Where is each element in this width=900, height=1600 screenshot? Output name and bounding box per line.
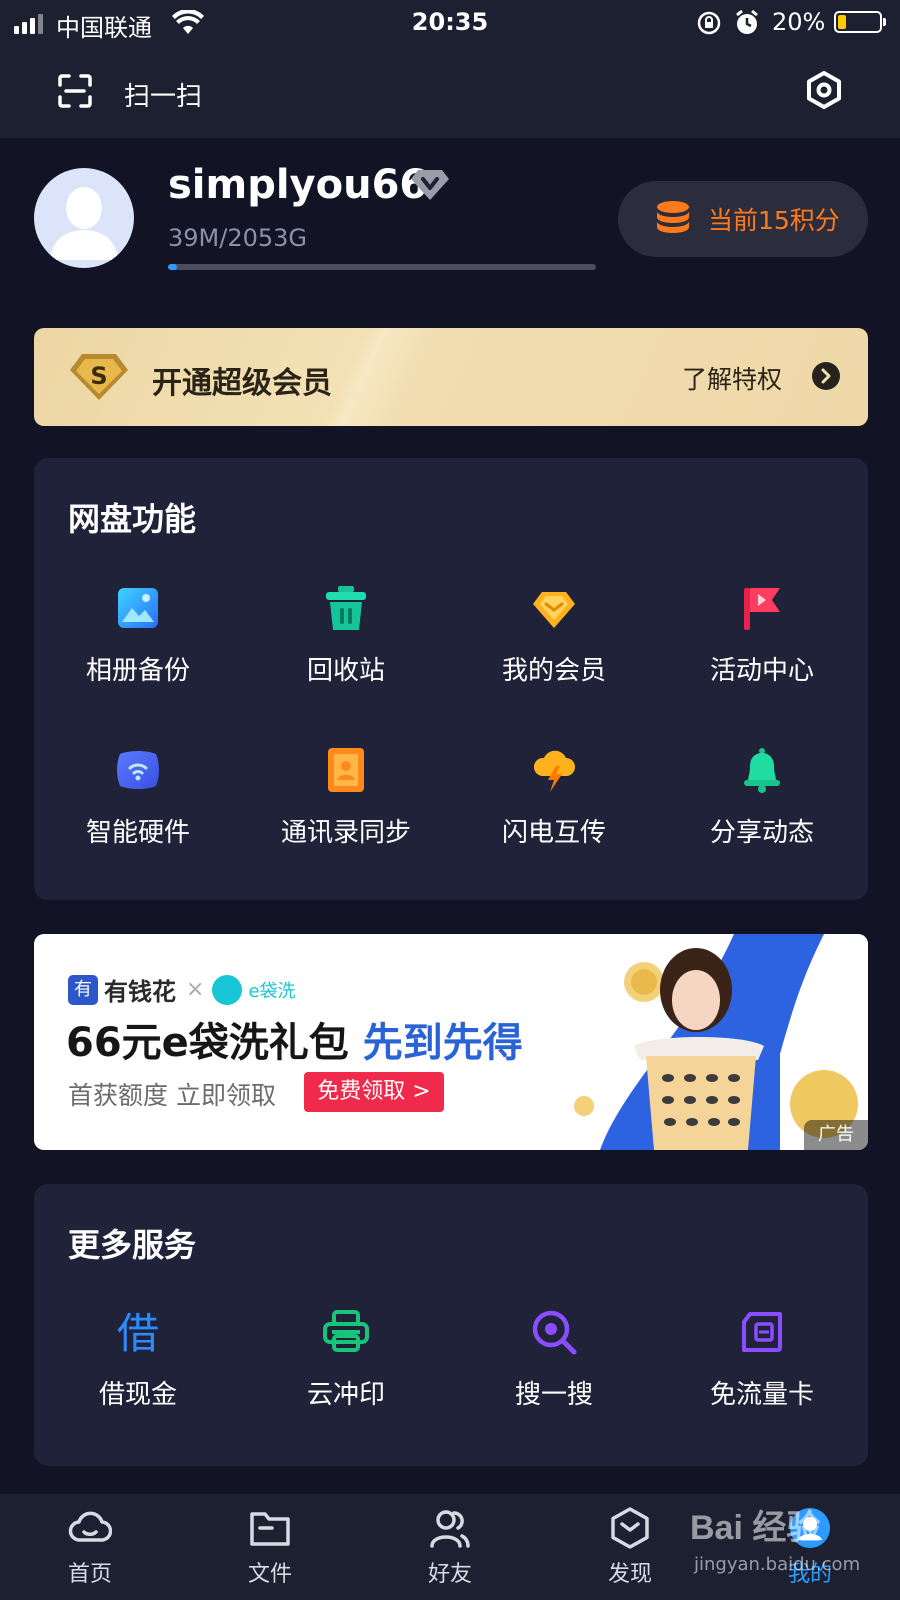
tab-label: 文件 bbox=[247, 1562, 292, 1587]
ad-claim-button[interactable]: 免费领取 > bbox=[304, 1072, 444, 1112]
feature-label: 分享动态 bbox=[709, 818, 814, 848]
storage-usage: 39M/2053G bbox=[168, 224, 308, 252]
service-borrow-cash[interactable]: 借 借现金 bbox=[34, 1308, 242, 1448]
rotation-lock-icon bbox=[696, 10, 722, 42]
feature-photo-backup[interactable]: 相册备份 bbox=[34, 584, 242, 724]
more-services-card: 更多服务 借 借现金 云冲印 搜一搜 免流量卡 bbox=[34, 1184, 868, 1466]
bell-icon bbox=[744, 748, 780, 793]
service-cloud-print[interactable]: 云冲印 bbox=[242, 1308, 450, 1448]
feature-label: 我的会员 bbox=[501, 656, 606, 686]
services-title: 更多服务 bbox=[68, 1226, 197, 1264]
service-label: 免流量卡 bbox=[709, 1380, 814, 1410]
watermark-bottom: jingyan.baidu.com bbox=[694, 1554, 861, 1575]
storage-progress-bar bbox=[168, 264, 596, 270]
feature-lightning-transfer[interactable]: 闪电互传 bbox=[450, 746, 658, 886]
ad-brand-2: e袋洗 bbox=[248, 980, 296, 1002]
feature-label: 相册备份 bbox=[85, 656, 190, 686]
ad-headline-highlight: 先到先得 bbox=[362, 1020, 523, 1066]
svg-text:S: S bbox=[90, 362, 107, 390]
ad-banner[interactable]: 有 有钱花 × e袋洗 66元e袋洗礼包 先到先得 首获额度 立即领取 免费领取… bbox=[34, 934, 868, 1150]
vip-banner[interactable]: S 开通超级会员 了解特权 bbox=[34, 328, 868, 426]
svip-badge-icon: S bbox=[70, 354, 128, 400]
feature-my-membership[interactable]: 我的会员 bbox=[450, 584, 658, 724]
features-title: 网盘功能 bbox=[68, 500, 197, 538]
ad-brand-separator: × bbox=[186, 977, 205, 1002]
battery-icon bbox=[834, 11, 886, 33]
points-label: 当前15积分 bbox=[708, 206, 840, 235]
arrow-right-circle-icon[interactable] bbox=[812, 362, 840, 390]
coins-icon bbox=[657, 201, 689, 233]
feature-label: 活动中心 bbox=[709, 656, 814, 686]
cloud-icon bbox=[68, 1511, 112, 1542]
feature-label: 闪电互传 bbox=[501, 818, 606, 848]
photo-backup-icon bbox=[118, 588, 158, 628]
printer-icon bbox=[323, 1310, 369, 1352]
avatar[interactable] bbox=[34, 168, 134, 268]
service-label: 云冲印 bbox=[306, 1380, 385, 1410]
tab-friends[interactable]: 好友 bbox=[360, 1494, 540, 1600]
scan-icon[interactable] bbox=[58, 74, 92, 108]
battery-percent: 20% bbox=[772, 8, 826, 36]
baidu-jingyan-watermark: Bai 经验 jingyan.baidu.com bbox=[690, 1500, 890, 1586]
tab-home[interactable]: 首页 bbox=[0, 1494, 180, 1600]
service-data-card[interactable]: 免流量卡 bbox=[658, 1308, 866, 1448]
edaixi-logo-icon bbox=[212, 974, 243, 1005]
feature-activity-center[interactable]: 活动中心 bbox=[658, 584, 866, 724]
feature-label: 回收站 bbox=[306, 656, 385, 686]
ad-headline: 66元e袋洗礼包 先到先得 bbox=[66, 1010, 523, 1068]
feature-smart-hardware[interactable]: 智能硬件 bbox=[34, 746, 242, 886]
folder-icon bbox=[250, 1512, 290, 1546]
ad-brand-row: 有 有钱花 × e袋洗 bbox=[68, 972, 296, 1007]
vip-diamond-icon bbox=[533, 592, 575, 628]
status-bar: 中国联通 20:35 20% bbox=[0, 0, 900, 46]
service-label: 借现金 bbox=[98, 1380, 177, 1410]
username: simplyou66 bbox=[168, 162, 428, 208]
service-search[interactable]: 搜一搜 bbox=[450, 1308, 658, 1448]
search-icon bbox=[532, 1310, 577, 1355]
points-button[interactable]: 当前15积分 bbox=[618, 181, 868, 257]
ad-brand-1: 有钱花 bbox=[104, 978, 176, 1006]
smart-hardware-icon bbox=[117, 751, 159, 789]
watermark-top: Bai 经验 bbox=[690, 1509, 821, 1547]
settings-hexagon-icon[interactable] bbox=[804, 70, 844, 110]
ad-headline-main: 66元e袋洗礼包 bbox=[66, 1020, 349, 1066]
ad-subtext: 首获额度 立即领取 bbox=[68, 1081, 276, 1110]
friends-icon bbox=[430, 1510, 470, 1548]
tab-files[interactable]: 文件 bbox=[180, 1494, 360, 1600]
borrow-icon: 借 bbox=[117, 1309, 159, 1356]
svg-text:借: 借 bbox=[117, 1309, 159, 1356]
feature-label: 通讯录同步 bbox=[280, 818, 411, 848]
contacts-icon bbox=[328, 748, 364, 792]
feature-label: 智能硬件 bbox=[85, 818, 190, 848]
flag-icon bbox=[744, 588, 780, 630]
vip-title: 开通超级会员 bbox=[152, 366, 332, 401]
tab-label: 首页 bbox=[67, 1562, 112, 1587]
trash-icon bbox=[326, 586, 366, 630]
discover-icon bbox=[611, 1507, 649, 1549]
sim-card-icon bbox=[742, 1312, 782, 1352]
service-label: 搜一搜 bbox=[514, 1380, 593, 1410]
scan-label[interactable]: 扫一扫 bbox=[124, 76, 202, 113]
clock: 20:35 bbox=[411, 8, 489, 36]
ad-tag: 广告 bbox=[804, 1120, 868, 1150]
lightning-transfer-icon bbox=[533, 750, 575, 792]
youqianhua-logo-icon: 有 bbox=[68, 974, 98, 1005]
feature-contacts-sync[interactable]: 通讯录同步 bbox=[242, 746, 450, 886]
ad-illustration bbox=[574, 934, 868, 1150]
diamond-icon[interactable] bbox=[410, 168, 450, 202]
cloud-features-card: 网盘功能 相册备份 回收站 我的会员 活动中心 智能硬件 通讯录同步 闪电互传 … bbox=[34, 458, 868, 900]
feature-share-feed[interactable]: 分享动态 bbox=[658, 746, 866, 886]
tab-label: 好友 bbox=[427, 1562, 472, 1587]
feature-recycle-bin[interactable]: 回收站 bbox=[242, 584, 450, 724]
top-bar: 扫一扫 bbox=[0, 46, 900, 138]
alarm-icon bbox=[734, 9, 760, 43]
vip-privileges-link[interactable]: 了解特权 bbox=[682, 360, 782, 396]
